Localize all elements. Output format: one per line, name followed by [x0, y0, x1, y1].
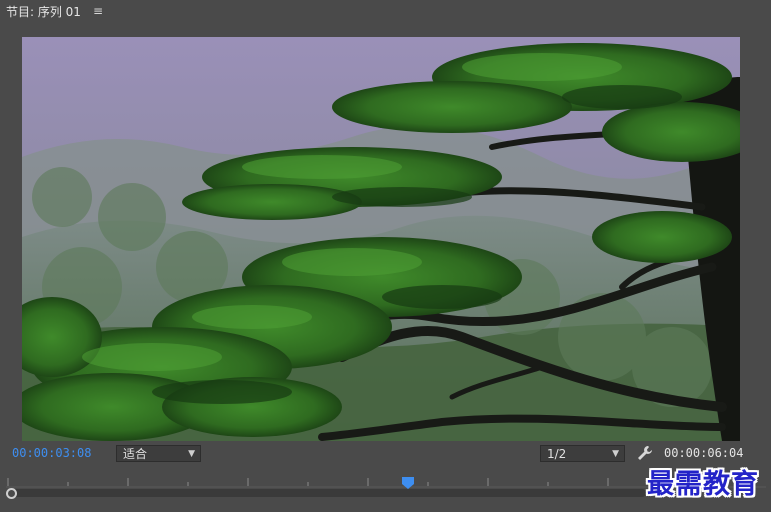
chevron-down-icon: ▼: [188, 449, 195, 459]
lift-button[interactable]: [488, 506, 498, 512]
pine-tree-photo: [22, 37, 740, 441]
current-timecode[interactable]: 00:00:03:08: [12, 446, 91, 460]
playhead-marker-icon[interactable]: [402, 474, 414, 489]
wrench-icon[interactable]: [636, 445, 654, 461]
playback-resolution-value: 1/2: [547, 446, 567, 461]
transport-controls: [0, 506, 771, 512]
playback-resolution-select[interactable]: 1/2 ▼: [540, 445, 625, 462]
add-marker-button[interactable]: [230, 506, 240, 512]
zoom-level-value: 适合: [123, 447, 148, 461]
scrollbar-handle[interactable]: [6, 488, 17, 499]
panel-header: 节目: 序列 01 ≡: [0, 0, 771, 22]
mark-in-button[interactable]: [262, 506, 272, 512]
zoom-scrollbar[interactable]: [6, 489, 646, 497]
panel-title[interactable]: 节目: 序列 01: [6, 3, 81, 20]
hamburger-menu-icon[interactable]: ≡: [93, 4, 103, 18]
watermark-logo: 最需教育: [647, 469, 759, 500]
zoom-level-select[interactable]: 适合 ▼: [116, 445, 201, 462]
program-monitor-viewer[interactable]: [22, 37, 740, 441]
export-frame-button[interactable]: [590, 506, 600, 512]
chevron-down-icon: ▼: [612, 449, 619, 459]
extract-button[interactable]: [522, 506, 532, 512]
sequence-duration: 00:00:06:04: [664, 446, 744, 460]
